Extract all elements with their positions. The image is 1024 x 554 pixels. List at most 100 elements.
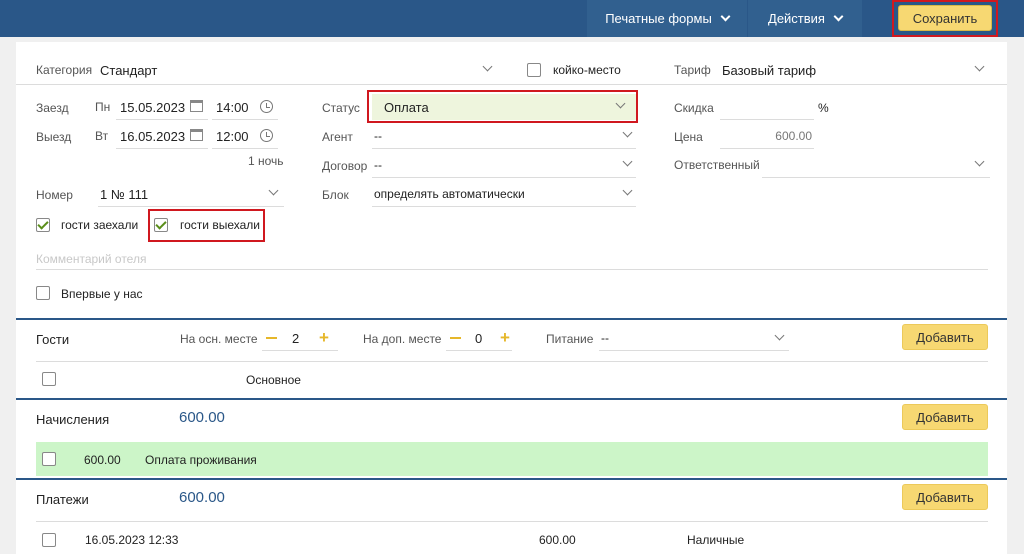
tariff-value: Базовый тариф	[722, 63, 817, 78]
chevron-down-icon	[774, 330, 785, 341]
checkin-date: 15.05.2023	[120, 100, 186, 115]
agent-value: --	[374, 129, 382, 143]
status-value: Оплата	[384, 100, 429, 115]
section-divider	[16, 478, 1007, 480]
charge-amount: 600.00	[84, 453, 121, 467]
plus-icon[interactable]: +	[319, 329, 329, 346]
charge-row-checkbox[interactable]	[42, 452, 56, 466]
checkout-date: 16.05.2023	[120, 129, 186, 144]
save-button[interactable]: Сохранить	[898, 5, 992, 31]
section-divider	[16, 318, 1007, 320]
checkin-time: 14:00	[216, 100, 249, 115]
checkin-day: Пн	[95, 100, 111, 114]
hotel-comment-input[interactable]: Комментарий отеля	[36, 244, 988, 270]
add-charge-button[interactable]: Добавить	[902, 404, 988, 430]
meal-select[interactable]: --	[599, 325, 789, 351]
actions-label: Действия	[768, 11, 825, 26]
guest-row-checkbox[interactable]	[42, 372, 56, 386]
checkout-date-input[interactable]: 16.05.2023	[116, 123, 208, 149]
checkin-time-input[interactable]: 14:00	[212, 94, 278, 120]
booking-panel: Категория Стандарт койко-место Тариф Баз…	[16, 42, 1007, 554]
calendar-icon[interactable]	[190, 129, 203, 141]
price-value: 600.00	[775, 129, 812, 143]
charges-title: Начисления	[36, 412, 110, 427]
payment-method: Наличные	[687, 533, 745, 547]
payment-datetime: 16.05.2023 12:33	[85, 533, 179, 547]
calendar-icon[interactable]	[190, 100, 203, 112]
block-value: определять автоматически	[374, 187, 525, 201]
checkout-day: Вт	[95, 129, 109, 143]
chevron-down-icon	[833, 11, 844, 22]
add-payment-button[interactable]: Добавить	[902, 484, 988, 510]
guests-title: Гости	[36, 332, 70, 347]
payment-row[interactable]: 16.05.2023 12:33 600.00 Наличные	[36, 524, 988, 554]
clock-icon[interactable]	[260, 129, 273, 142]
block-select[interactable]: определять автоматически	[372, 181, 636, 207]
checkout-time-input[interactable]: 12:00	[212, 123, 278, 149]
guests-checked-out-checkbox[interactable]	[154, 218, 168, 232]
tariff-select[interactable]: Базовый тариф	[718, 56, 990, 82]
guests-checked-in-checkbox[interactable]	[36, 218, 50, 232]
divider	[16, 84, 1007, 85]
divider	[36, 521, 988, 522]
checkout-time: 12:00	[216, 129, 249, 144]
discount-label: Скидка	[674, 101, 714, 115]
tariff-label: Тариф	[674, 63, 711, 77]
discount-input[interactable]	[720, 94, 814, 120]
status-label: Статус	[322, 101, 360, 115]
checkin-date-input[interactable]: 15.05.2023	[116, 94, 208, 120]
responsible-label: Ответственный	[674, 158, 760, 172]
room-label: Номер	[36, 188, 73, 202]
room-select[interactable]: 1 № 111	[98, 181, 284, 207]
chevron-down-icon	[622, 185, 633, 196]
status-select[interactable]: Оплата	[372, 94, 636, 120]
print-forms-menu[interactable]: Печатные формы	[587, 0, 747, 37]
add-guest-button[interactable]: Добавить	[902, 324, 988, 350]
responsible-select[interactable]	[762, 152, 990, 178]
plus-icon[interactable]: +	[500, 329, 510, 346]
payments-total: 600.00	[179, 489, 225, 506]
chevron-down-icon	[268, 185, 279, 196]
main-place-label: На осн. месте	[180, 332, 258, 346]
category-label: Категория	[36, 63, 93, 77]
chevron-down-icon	[720, 11, 731, 22]
nights-count: 1 ночь	[248, 154, 284, 168]
actions-menu[interactable]: Действия	[748, 0, 862, 37]
charge-row[interactable]: 600.00 Оплата проживания	[36, 442, 988, 476]
agent-select[interactable]: --	[372, 123, 636, 149]
room-value: 1 № 111	[100, 187, 149, 202]
chevron-down-icon	[974, 156, 985, 167]
checkout-label: Выезд	[36, 130, 72, 144]
charges-total: 600.00	[179, 409, 225, 426]
guests-checked-in-label: гости заехали	[61, 218, 139, 232]
price-label: Цена	[674, 130, 703, 144]
minus-icon[interactable]	[266, 337, 277, 339]
agent-label: Агент	[322, 130, 353, 144]
first-time-label: Впервые у нас	[61, 287, 143, 301]
extra-place-stepper[interactable]: 0 +	[446, 325, 512, 351]
block-label: Блок	[322, 188, 349, 202]
category-value: Стандарт	[100, 63, 158, 78]
chevron-down-icon	[615, 98, 626, 109]
category-select[interactable]: Стандарт	[98, 56, 504, 82]
contract-select[interactable]: --	[372, 152, 636, 178]
payment-row-checkbox[interactable]	[42, 533, 56, 547]
payments-title: Платежи	[36, 492, 89, 507]
price-input[interactable]: 600.00	[720, 123, 814, 149]
section-divider	[16, 398, 1007, 400]
meal-label: Питание	[546, 332, 594, 346]
contract-label: Договор	[322, 159, 368, 173]
extra-place-label: На доп. месте	[363, 332, 442, 346]
chevron-down-icon	[622, 127, 633, 138]
contract-value: --	[374, 158, 382, 172]
top-toolbar: Печатные формы Действия Сохранить	[0, 0, 1024, 37]
discount-unit: %	[818, 101, 829, 115]
bed-place-checkbox[interactable]	[527, 63, 541, 77]
main-place-stepper[interactable]: 2 +	[262, 325, 338, 351]
first-time-checkbox[interactable]	[36, 286, 50, 300]
extra-place-count: 0	[475, 331, 483, 346]
main-place-count: 2	[292, 331, 300, 346]
clock-icon[interactable]	[260, 100, 273, 113]
meal-value: --	[601, 331, 609, 345]
minus-icon[interactable]	[450, 337, 461, 339]
